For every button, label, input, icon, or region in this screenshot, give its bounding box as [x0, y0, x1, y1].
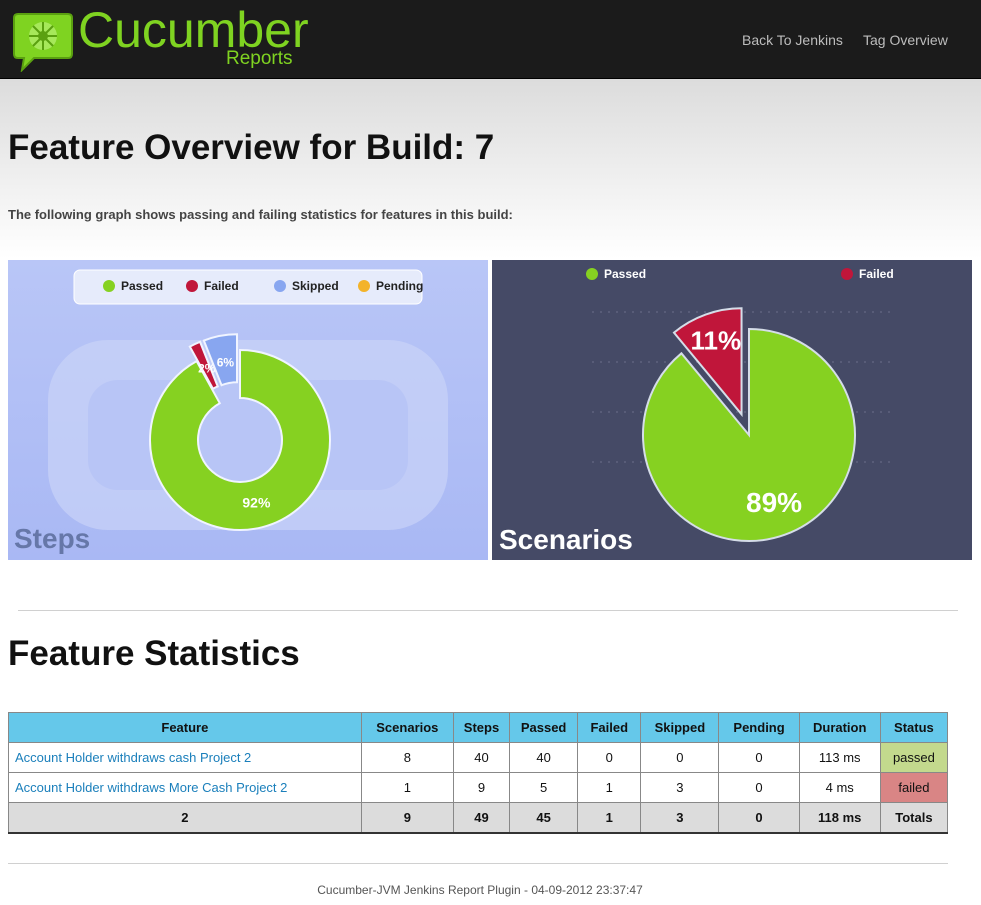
- feature-statistics-heading: Feature Statistics: [8, 634, 300, 673]
- scenarios-chart: Passed Failed 89% 11% Scenarios: [492, 260, 972, 560]
- passed-cell: 5: [509, 772, 579, 803]
- legend-marker-skipped: [274, 280, 286, 292]
- passed-cell: 40: [509, 742, 579, 773]
- column-header[interactable]: Pending: [718, 712, 800, 743]
- footer-divider: [8, 863, 948, 864]
- column-header[interactable]: Feature: [8, 712, 362, 743]
- footer-text: Cucumber-JVM Jenkins Report Plugin - 04-…: [317, 883, 643, 897]
- scenarios-cell: 1: [360, 772, 454, 803]
- status-badge: failed: [879, 772, 949, 803]
- legend-marker-failed: [186, 280, 198, 292]
- pie-label-passed: 92%: [242, 495, 271, 511]
- skipped-total-cell: 3: [640, 802, 720, 834]
- legend-label-failed: Failed: [204, 279, 239, 293]
- legend-marker-passed: [586, 268, 598, 280]
- pie-label-failed: 11%: [690, 326, 741, 356]
- feature-link[interactable]: Account Holder withdraws More Cash Proje…: [15, 780, 287, 795]
- scenarios-chart-title: Scenarios: [499, 524, 633, 555]
- header-gradient-band: [0, 79, 981, 259]
- duration-cell: 113 ms: [798, 742, 881, 773]
- failed-cell: 1: [577, 772, 642, 803]
- duration-total-cell: 118 ms: [798, 802, 881, 834]
- steps-cell: 9: [452, 772, 511, 803]
- legend-label-pending: Pending: [376, 279, 423, 293]
- failed-total-cell: 1: [577, 802, 642, 834]
- status-badge: passed: [879, 742, 949, 773]
- pie-label-passed: 89%: [746, 487, 802, 518]
- legend-label-skipped: Skipped: [292, 279, 339, 293]
- section-divider: [18, 610, 958, 611]
- legend-label-passed: Passed: [121, 279, 163, 293]
- column-header[interactable]: Steps: [452, 712, 511, 743]
- features-total-cell: 2: [8, 802, 362, 834]
- passed-total-cell: 45: [509, 802, 579, 834]
- steps-total-cell: 49: [452, 802, 511, 834]
- totals-label: Totals: [879, 802, 949, 834]
- feature-statistics-table: Feature Scenarios Steps Passed Failed Sk…: [8, 712, 949, 834]
- failed-cell: 0: [577, 742, 642, 773]
- legend-label-failed: Failed: [859, 267, 894, 281]
- pie-label-skipped: 6%: [217, 356, 235, 370]
- back-to-jenkins-link[interactable]: Back To Jenkins: [742, 32, 843, 48]
- cucumber-reports-logo[interactable]: Cucumber Reports: [10, 2, 310, 74]
- page-title: Feature Overview for Build: 7: [8, 128, 495, 167]
- legend-marker-passed: [103, 280, 115, 292]
- column-header[interactable]: Duration: [798, 712, 881, 743]
- intro-text: The following graph shows passing and fa…: [8, 207, 513, 222]
- pending-total-cell: 0: [718, 802, 800, 834]
- feature-link[interactable]: Account Holder withdraws cash Project 2: [15, 750, 251, 765]
- duration-cell: 4 ms: [798, 772, 881, 803]
- tag-overview-link[interactable]: Tag Overview: [863, 32, 948, 48]
- table-header-row: Feature Scenarios Steps Passed Failed Sk…: [8, 712, 949, 743]
- cucumber-speech-bubble-icon: [13, 13, 73, 72]
- legend-marker-pending: [358, 280, 370, 292]
- top-navigation-bar: Cucumber Reports Back To Jenkins Tag Ove…: [0, 0, 981, 79]
- steps-cell: 40: [452, 742, 511, 773]
- steps-chart: Passed Failed Skipped Pending 92% 2% 6% Steps: [8, 260, 488, 560]
- skipped-cell: 3: [640, 772, 720, 803]
- skipped-cell: 0: [640, 742, 720, 773]
- totals-row: 2 9 49 45 1 3 0 118 ms Totals: [8, 802, 949, 834]
- table-row: Account Holder withdraws More Cash Proje…: [8, 772, 949, 803]
- steps-chart-title: Steps: [14, 523, 90, 554]
- legend-marker-failed: [841, 268, 853, 280]
- scenarios-cell: 8: [360, 742, 454, 773]
- legend-label-passed: Passed: [604, 267, 646, 281]
- logo-subtitle: Reports: [226, 48, 293, 69]
- pending-cell: 0: [718, 742, 800, 773]
- scenarios-total-cell: 9: [360, 802, 454, 834]
- column-header[interactable]: Passed: [509, 712, 579, 743]
- column-header[interactable]: Failed: [577, 712, 642, 743]
- table-row: Account Holder withdraws cash Project 2 …: [8, 742, 949, 773]
- pending-cell: 0: [718, 772, 800, 803]
- column-header[interactable]: Status: [879, 712, 949, 743]
- column-header[interactable]: Scenarios: [360, 712, 454, 743]
- column-header[interactable]: Skipped: [640, 712, 720, 743]
